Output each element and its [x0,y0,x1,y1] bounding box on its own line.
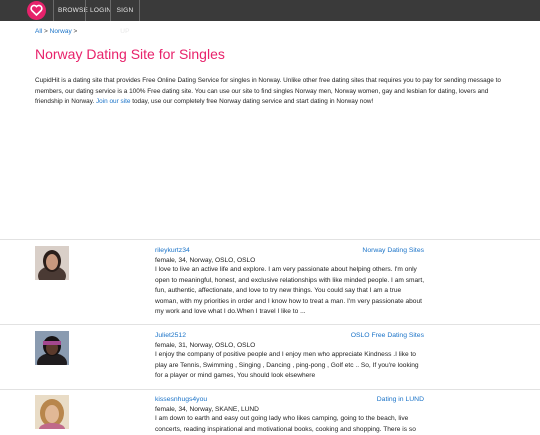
cupidhit-logo-icon[interactable] [27,1,46,20]
profile-username-link[interactable]: kissesnhugs4you [155,396,207,403]
profile-details: female, 34, Norway, SKANE, LUND [155,406,259,413]
breadcrumb-separator: > [73,28,78,35]
breadcrumb-separator: > [44,28,48,35]
nav-signup[interactable]: SIGN UP [110,0,140,35]
breadcrumb: All > Norway > [35,28,77,35]
profile-description: I love to live an active life and explor… [155,266,425,316]
profile-site-link[interactable]: Norway Dating Sites [362,247,424,254]
page-title: Norway Dating Site for Singles [35,46,225,62]
profile-photo[interactable] [35,246,69,280]
profile-username-link[interactable]: Juliet2512 [155,332,186,339]
nav-login[interactable]: LOGIN [85,0,111,21]
profile-photo[interactable] [35,331,69,365]
intro-paragraph: CupidHit is a dating site that provides … [35,76,505,108]
breadcrumb-norway-link[interactable]: Norway [50,28,72,35]
profile-details: female, 31, Norway, OSLO, OSLO [155,342,256,349]
join-site-link[interactable]: Join our site [96,98,130,105]
breadcrumb-all-link[interactable]: All [35,28,42,35]
top-navigation-bar: BROWSE LOGIN SIGN UP [0,0,540,35]
intro-text-end: today, use our completely free Norway da… [130,98,374,106]
profile-list-item: Juliet2512 OSLO Free Dating Sites female… [0,325,540,390]
profile-list-item: kissesnhugs4you Dating in LUND female, 3… [0,390,540,433]
profile-list-item: rileykurtz34 Norway Dating Sites female,… [0,240,540,324]
profile-details: female, 34, Norway, OSLO, OSLO [155,257,256,264]
profile-site-link[interactable]: OSLO Free Dating Sites [351,332,424,339]
profile-description: I enjoy the company of positive people a… [155,351,419,380]
profile-photo[interactable] [35,395,69,429]
nav-browse[interactable]: BROWSE [53,0,88,21]
profile-site-link[interactable]: Dating in LUND [377,396,424,403]
profile-username-link[interactable]: rileykurtz34 [155,247,190,254]
